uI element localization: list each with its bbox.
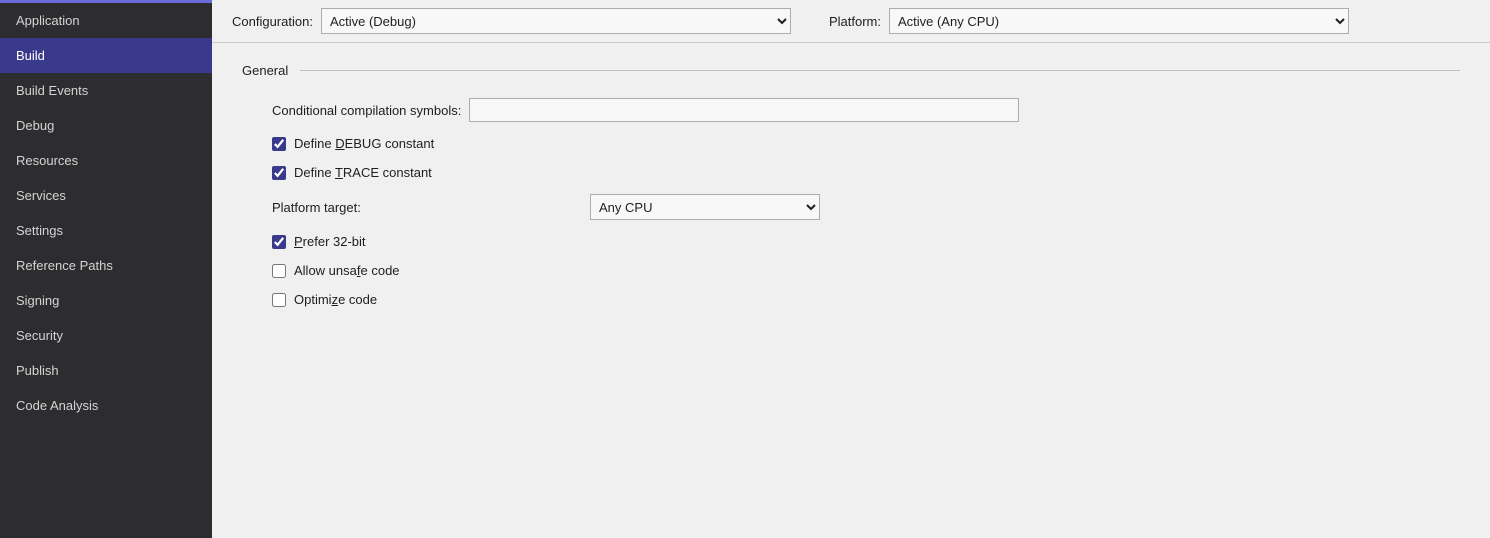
prefer-32bit-label[interactable]: Prefer 32-bit xyxy=(294,234,366,249)
sidebar-item-application[interactable]: Application xyxy=(0,3,212,38)
sidebar-item-code-analysis[interactable]: Code Analysis xyxy=(0,388,212,423)
platform-label: Platform: xyxy=(829,14,881,29)
platform-target-row: Platform target: Any CPUx86x64ARM xyxy=(242,194,1460,220)
sidebar-item-debug[interactable]: Debug xyxy=(0,108,212,143)
content-area: General Conditional compilation symbols:… xyxy=(212,43,1490,538)
sidebar-item-publish[interactable]: Publish xyxy=(0,353,212,388)
configuration-group: Configuration: Active (Debug)DebugReleas… xyxy=(232,8,791,34)
define-trace-row: Define TRACE constant xyxy=(242,165,1460,180)
sidebar-item-signing[interactable]: Signing xyxy=(0,283,212,318)
platform-target-label: Platform target: xyxy=(272,200,582,215)
configuration-select[interactable]: Active (Debug)DebugRelease xyxy=(321,8,791,34)
platform-group: Platform: Active (Any CPU)Any CPUx86x64 xyxy=(829,8,1349,34)
conditional-compilation-row: Conditional compilation symbols: xyxy=(242,98,1460,122)
define-trace-label[interactable]: Define TRACE constant xyxy=(294,165,432,180)
prefer-32bit-checkbox[interactable] xyxy=(272,235,286,249)
sidebar-item-build-events[interactable]: Build Events xyxy=(0,73,212,108)
allow-unsafe-row: Allow unsafe code xyxy=(242,263,1460,278)
optimize-code-label[interactable]: Optimize code xyxy=(294,292,377,307)
define-debug-label[interactable]: Define DEBUG constant xyxy=(294,136,434,151)
main-panel: Configuration: Active (Debug)DebugReleas… xyxy=(212,0,1490,538)
conditional-compilation-label: Conditional compilation symbols: xyxy=(272,103,461,118)
section-divider xyxy=(300,70,1460,71)
general-label: General xyxy=(242,63,288,78)
conditional-compilation-input[interactable] xyxy=(469,98,1019,122)
platform-select[interactable]: Active (Any CPU)Any CPUx86x64 xyxy=(889,8,1349,34)
platform-target-select[interactable]: Any CPUx86x64ARM xyxy=(590,194,820,220)
configuration-label: Configuration: xyxy=(232,14,313,29)
general-section-heading: General xyxy=(242,63,1460,78)
sidebar: ApplicationBuildBuild EventsDebugResourc… xyxy=(0,0,212,538)
prefer-32bit-row: Prefer 32-bit xyxy=(242,234,1460,249)
sidebar-item-build[interactable]: Build xyxy=(0,38,212,73)
sidebar-item-services[interactable]: Services xyxy=(0,178,212,213)
allow-unsafe-label[interactable]: Allow unsafe code xyxy=(294,263,400,278)
allow-unsafe-checkbox[interactable] xyxy=(272,264,286,278)
sidebar-item-reference-paths[interactable]: Reference Paths xyxy=(0,248,212,283)
sidebar-item-resources[interactable]: Resources xyxy=(0,143,212,178)
top-bar: Configuration: Active (Debug)DebugReleas… xyxy=(212,0,1490,43)
sidebar-item-security[interactable]: Security xyxy=(0,318,212,353)
define-trace-checkbox[interactable] xyxy=(272,166,286,180)
define-debug-row: Define DEBUG constant xyxy=(242,136,1460,151)
optimize-code-checkbox[interactable] xyxy=(272,293,286,307)
sidebar-item-settings[interactable]: Settings xyxy=(0,213,212,248)
define-debug-checkbox[interactable] xyxy=(272,137,286,151)
optimize-code-row: Optimize code xyxy=(242,292,1460,307)
